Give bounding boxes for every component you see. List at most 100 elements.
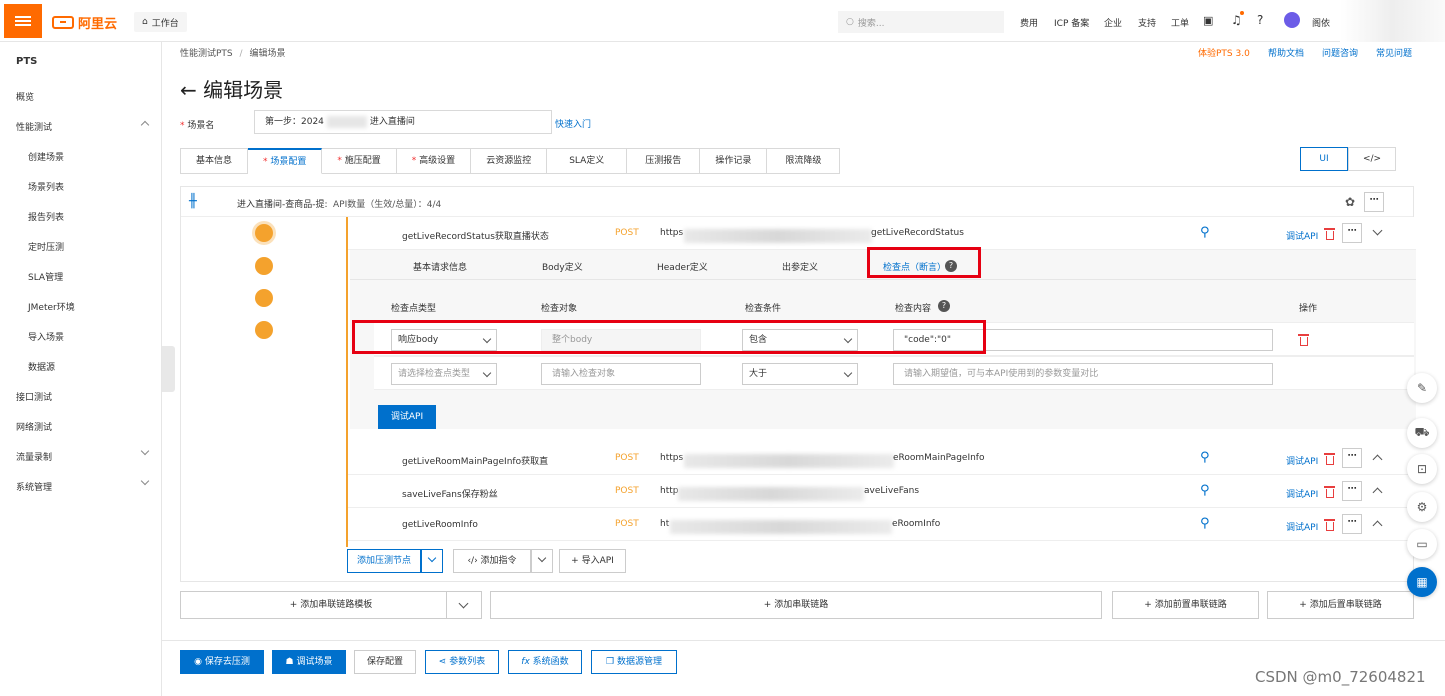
subtab-body[interactable]: Body定义: [542, 260, 583, 273]
add-instruction-dropdown[interactable]: [531, 549, 553, 573]
debug-api-button[interactable]: 调试API: [378, 405, 436, 429]
consult-link[interactable]: 问题咨询: [1322, 46, 1358, 59]
tab-cloud-monitor[interactable]: 云资源监控: [471, 148, 548, 174]
sidebar-item-traffic[interactable]: 流量录制: [16, 450, 52, 463]
sidebar-item-jmeter[interactable]: JMeter环境: [28, 300, 75, 313]
subtab-header[interactable]: Header定义: [657, 260, 708, 273]
quick-start-link[interactable]: 快速入门: [555, 117, 591, 130]
api-row[interactable]: saveLiveFans保存粉丝 POST http aveLiveFans ⚲…: [348, 475, 1416, 508]
add-chain-button[interactable]: + 添加串联链路: [490, 591, 1102, 619]
node-dot[interactable]: [255, 289, 273, 307]
more-button[interactable]: ⋯: [1364, 192, 1384, 212]
ui-view-button[interactable]: UI: [1300, 147, 1348, 171]
save-and-run-button[interactable]: ◉ 保存去压测: [180, 650, 264, 674]
nav-ticket[interactable]: 工单: [1171, 16, 1189, 29]
tab-sla[interactable]: SLA定义: [547, 148, 628, 174]
chevron-up-icon[interactable]: [1372, 487, 1383, 498]
chain-template-dropdown[interactable]: [446, 591, 482, 619]
link-icon[interactable]: ⚲: [1200, 483, 1210, 498]
add-node-dropdown[interactable]: [421, 549, 443, 573]
tab-op-log[interactable]: 操作记录: [700, 148, 768, 174]
delete-icon[interactable]: [1324, 228, 1335, 240]
help-icon[interactable]: ?: [1257, 13, 1263, 27]
more-button[interactable]: ⋯: [1342, 448, 1362, 468]
tab-scene-config[interactable]: * 场景配置: [248, 148, 323, 174]
delete-icon[interactable]: [1298, 334, 1309, 346]
tab-load-config[interactable]: * 施压配置: [322, 148, 397, 174]
delete-icon[interactable]: [1324, 453, 1335, 465]
sidebar-item-create-scene[interactable]: 创建场景: [28, 150, 64, 163]
sidebar-item-scene-list[interactable]: 场景列表: [28, 180, 64, 193]
api-row[interactable]: getLiveRoomInfo POST ht eRoomInfo ⚲ 调试AP…: [348, 508, 1416, 541]
more-button[interactable]: ⋯: [1342, 223, 1362, 243]
sidebar-item-datasource[interactable]: 数据源: [28, 360, 55, 373]
param-list-button[interactable]: ⋖ 参数列表: [425, 650, 499, 674]
breadcrumb-pts[interactable]: 性能测试PTS: [180, 49, 233, 59]
add-post-chain-button[interactable]: + 添加后置串联链路: [1267, 591, 1414, 619]
message-icon[interactable]: ▭: [1407, 529, 1437, 559]
nav-support[interactable]: 支持: [1138, 16, 1156, 29]
sidebar-item-scheduled[interactable]: 定时压测: [28, 240, 64, 253]
checkpoint-object-input[interactable]: 请输入检查对象: [541, 363, 701, 385]
workspace-button[interactable]: ⌂ 工作台: [134, 12, 187, 32]
subtab-basic-request[interactable]: 基本请求信息: [413, 260, 467, 273]
save-config-button[interactable]: 保存配置: [354, 650, 416, 674]
debug-scene-button[interactable]: ☗ 调试场景: [272, 650, 346, 674]
scene-name-input[interactable]: 第一步：2024 进入直播间: [254, 110, 552, 134]
sidebar-item-sla[interactable]: SLA管理: [28, 270, 63, 283]
add-chain-template-button[interactable]: + 添加串联链路模板: [180, 591, 482, 619]
terminal-icon[interactable]: ▣: [1203, 14, 1213, 27]
tab-basic-info[interactable]: 基本信息: [180, 148, 249, 174]
link-icon[interactable]: ⚲: [1200, 225, 1210, 240]
add-instruction-button[interactable]: ‹/› 添加指令: [453, 549, 531, 573]
chevron-up-icon[interactable]: [1372, 520, 1383, 531]
system-function-button[interactable]: fx 系统函数: [508, 650, 582, 674]
avatar[interactable]: [1284, 12, 1300, 28]
delete-icon[interactable]: [1324, 519, 1335, 531]
sidebar-item-report-list[interactable]: 报告列表: [28, 210, 64, 223]
debug-api-link[interactable]: 调试API: [1286, 229, 1318, 242]
node-dot[interactable]: [255, 321, 273, 339]
back-arrow-icon[interactable]: ←: [180, 78, 197, 102]
help-doc-link[interactable]: 帮助文档: [1268, 46, 1304, 59]
api-row[interactable]: getLiveRecordStatus获取直播状态 POST https get…: [348, 217, 1416, 250]
code-view-button[interactable]: </>: [1348, 147, 1396, 171]
grid-icon[interactable]: ▦: [1407, 567, 1437, 597]
api-row[interactable]: getLiveRoomMainPageInfo获取直 POST https eR…: [348, 442, 1416, 475]
node-dot[interactable]: [255, 224, 273, 242]
nav-icp[interactable]: ICP 备案: [1054, 16, 1089, 29]
search-input[interactable]: ○ 搜索...: [838, 11, 1004, 33]
sidebar-item-network[interactable]: 网络测试: [16, 420, 52, 433]
chevron-down-icon[interactable]: [1372, 225, 1383, 236]
debug-api-link[interactable]: 调试API: [1286, 520, 1318, 533]
more-button[interactable]: ⋯: [1342, 481, 1362, 501]
faq-link[interactable]: 常见问题: [1376, 46, 1412, 59]
nav-enterprise[interactable]: 企业: [1104, 16, 1122, 29]
edit-icon[interactable]: ✎: [1407, 373, 1437, 403]
nav-billing[interactable]: 费用: [1020, 16, 1038, 29]
bell-icon[interactable]: ♫: [1231, 13, 1242, 27]
datasource-button[interactable]: ❒ 数据源管理: [591, 650, 677, 674]
link-icon[interactable]: ⚲: [1200, 450, 1210, 465]
delete-icon[interactable]: [1324, 486, 1335, 498]
checkpoint-content-input[interactable]: 请输入期望值，可与本API使用到的参数变量对比: [893, 363, 1273, 385]
checkpoint-type-select[interactable]: 请选择检查点类型: [391, 363, 497, 385]
tab-advanced[interactable]: * 高级设置: [396, 148, 472, 174]
menu-icon[interactable]: [4, 4, 42, 38]
user-name[interactable]: 阁依: [1312, 16, 1330, 29]
sidebar-item-overview[interactable]: 概览: [16, 90, 34, 103]
debug-api-link[interactable]: 调试API: [1286, 487, 1318, 500]
sidebar-item-import[interactable]: 导入场景: [28, 330, 64, 343]
sidebar-item-system[interactable]: 系统管理: [16, 480, 52, 493]
app-icon[interactable]: ⊡: [1407, 454, 1437, 484]
gear-icon[interactable]: ⚙: [1407, 492, 1437, 522]
link-icon[interactable]: ⚲: [1200, 516, 1210, 531]
debug-api-link[interactable]: 调试API: [1286, 454, 1318, 467]
add-pre-chain-button[interactable]: + 添加前置串联链路: [1112, 591, 1259, 619]
import-api-button[interactable]: + 导入API: [559, 549, 626, 573]
help-icon[interactable]: ?: [938, 300, 950, 312]
tab-rate-limit[interactable]: 限流降级: [767, 148, 841, 174]
checkpoint-condition-select[interactable]: 大于: [742, 363, 858, 385]
more-button[interactable]: ⋯: [1342, 514, 1362, 534]
sidebar-item-api-test[interactable]: 接口测试: [16, 390, 52, 403]
